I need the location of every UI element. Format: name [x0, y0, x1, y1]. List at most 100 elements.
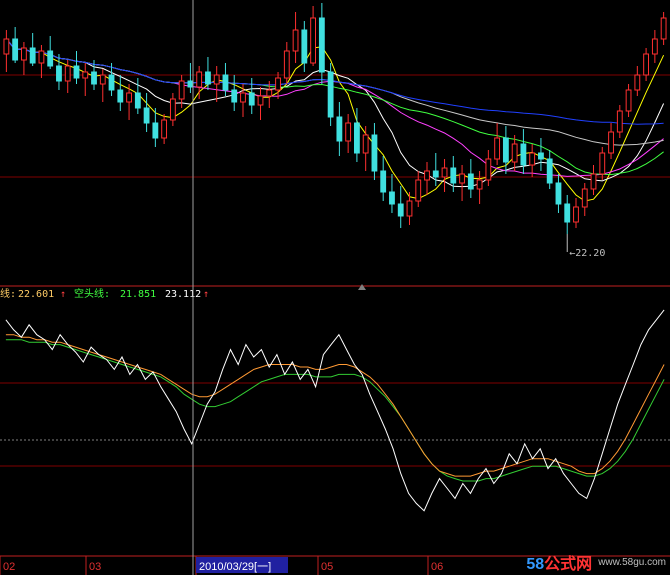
candle-body: [651, 38, 658, 55]
candle-body: [441, 167, 448, 178]
candle-body: [406, 200, 413, 217]
candle-body: [467, 173, 474, 190]
moving-average-line: [6, 38, 664, 177]
long-line-label: 线:: [0, 287, 16, 300]
candle-body: [248, 92, 255, 106]
chart-stage: ←22.20 线: 22.601 ↑ 空头线: 21.851 23.112 ↑ …: [0, 0, 670, 575]
candle-body: [108, 74, 115, 91]
date-label-highlighted: 2010/03/29[一]: [199, 561, 271, 573]
candle-body: [205, 71, 211, 85]
date-label: 06: [431, 561, 443, 573]
candle-body: [143, 107, 150, 124]
long-line-arrow: ↑: [60, 289, 66, 300]
candle-body: [415, 179, 422, 202]
candle-body: [599, 152, 606, 175]
watermark-url: www.58gu.com: [598, 556, 666, 568]
candle-body: [660, 17, 667, 40]
candle-body: [634, 74, 641, 91]
candle-body: [485, 158, 492, 181]
candle-body: [362, 134, 369, 154]
candle-body: [397, 203, 404, 217]
candle-body: [152, 122, 159, 139]
candle-body: [231, 89, 238, 103]
candle-body: [275, 77, 281, 91]
candle-body: [283, 50, 290, 79]
candle-body: [213, 74, 220, 85]
candle-body: [424, 170, 430, 181]
candle-body: [590, 173, 597, 190]
oscillator-series-line: [5, 339, 665, 482]
long-line-value: 22.601: [18, 289, 54, 300]
candle-body: [56, 65, 62, 82]
candle-body: [126, 92, 132, 103]
candle-body: [546, 158, 553, 184]
date-label: 05: [321, 561, 333, 573]
short-line-label: 空头线:: [74, 287, 110, 300]
candle-body: [187, 80, 194, 88]
candle-body: [564, 203, 571, 223]
short-line-value: 21.851: [120, 289, 156, 300]
candle-body: [29, 47, 36, 64]
oscillator-panel[interactable]: [0, 309, 670, 512]
candle-body: [616, 110, 623, 133]
date-label: 03: [89, 561, 101, 573]
candle-body: [327, 71, 334, 118]
candle-body: [82, 71, 89, 79]
third-arrow: ↑: [203, 289, 209, 300]
candle-body: [169, 98, 176, 121]
oscillator-series-line: [5, 334, 665, 477]
candle-body: [573, 206, 579, 223]
candle-body: [3, 38, 10, 55]
candle-body: [310, 17, 317, 64]
price-panel[interactable]: ←22.20: [0, 3, 670, 290]
low-price-annotation: ←22.20: [569, 248, 605, 259]
candle-body: [555, 182, 562, 205]
moving-average-line: [6, 38, 664, 176]
candle-body: [318, 17, 325, 73]
candle-body: [389, 191, 395, 205]
candle-body: [12, 38, 19, 61]
candle-body: [222, 74, 229, 91]
candle-body: [134, 92, 141, 109]
candle-body: [581, 188, 588, 208]
candle-body: [529, 152, 536, 166]
moving-average-line: [6, 38, 665, 188]
candle-body: [520, 143, 527, 166]
candle-body: [99, 74, 106, 85]
candle-body: [38, 50, 45, 64]
candle-body: [161, 119, 168, 139]
third-value: 23.112: [165, 289, 201, 300]
candle-body: [266, 89, 273, 97]
date-label: 02: [3, 561, 15, 573]
candle-body: [196, 71, 203, 88]
moving-average-line: [6, 38, 664, 146]
candle-body: [91, 71, 97, 85]
watermark: 58公式网 www.58gu.com: [526, 553, 666, 573]
watermark-brand-text: 公式网: [544, 556, 593, 573]
candle-body: [117, 89, 124, 103]
candle-body: [292, 29, 299, 52]
candle-body: [257, 95, 264, 106]
candle-body: [643, 53, 650, 76]
candle-body: [336, 116, 343, 142]
candle-body: [371, 134, 378, 172]
candle-body: [178, 80, 185, 100]
watermark-brand-number: 58: [526, 556, 545, 573]
candle-body: [380, 170, 387, 193]
candle-body: [240, 92, 246, 103]
candle-body: [625, 89, 632, 112]
oscillator-series-line: [5, 309, 665, 512]
indicator-value-bar: 线: 22.601 ↑ 空头线: 21.851 23.112 ↑: [0, 287, 209, 300]
candle-body: [450, 167, 457, 184]
candle-body: [47, 50, 54, 67]
candle-body: [459, 173, 465, 184]
candle-body: [502, 137, 509, 163]
candle-body: [432, 170, 439, 178]
candle-body: [538, 152, 544, 160]
candle-body: [73, 65, 80, 79]
candle-body: [353, 122, 360, 154]
candle-body: [301, 29, 308, 64]
candle-body: [608, 131, 614, 154]
scroll-marker-triangle: [358, 284, 366, 290]
candle-body: [511, 143, 518, 163]
